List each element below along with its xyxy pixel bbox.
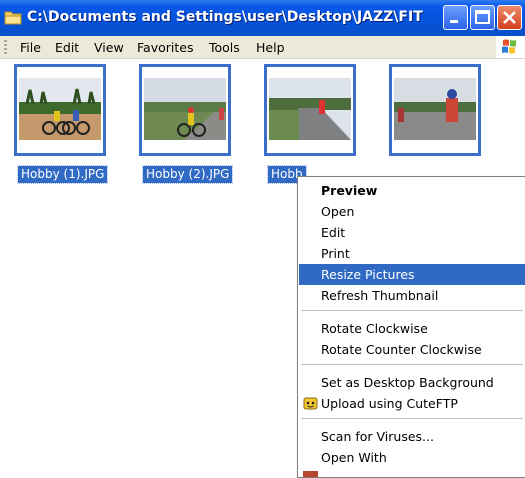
- menu-item-resize-pictures[interactable]: Resize Pictures: [299, 264, 525, 285]
- photo-thumbnail: [144, 78, 226, 140]
- cuteftp-icon: [303, 397, 318, 410]
- menu-item-scan-for-viruses[interactable]: Scan for Viruses...: [299, 426, 525, 447]
- menu-favorites[interactable]: Favorites: [137, 40, 193, 55]
- menu-item-open-with[interactable]: Open With: [299, 447, 525, 468]
- menu-item-set-desktop-background[interactable]: Set as Desktop Background: [299, 372, 525, 393]
- menu-item-preview[interactable]: Preview: [299, 180, 525, 201]
- minimize-icon: [450, 20, 458, 23]
- menu-item-print[interactable]: Print: [299, 243, 525, 264]
- thumbnail-1[interactable]: [14, 64, 106, 156]
- thumbnail-4[interactable]: [389, 64, 481, 156]
- menu-help[interactable]: Help: [256, 40, 285, 55]
- menu-item-edit[interactable]: Edit: [299, 222, 525, 243]
- menu-item-refresh-thumbnail[interactable]: Refresh Thumbnail: [299, 285, 525, 306]
- partial-menu-icon: [303, 471, 318, 477]
- menu-edit[interactable]: Edit: [55, 40, 79, 55]
- menu-file[interactable]: File: [20, 40, 41, 55]
- menu-item-upload-cuteftp[interactable]: Upload using CuteFTP: [299, 393, 525, 414]
- menu-bar: File Edit View Favorites Tools Help: [0, 36, 525, 59]
- thumbnail-label-2[interactable]: Hobby (2).JPG: [141, 165, 234, 184]
- close-button[interactable]: [497, 5, 522, 30]
- menu-tools[interactable]: Tools: [209, 40, 240, 55]
- toolbar-grip[interactable]: [4, 40, 7, 55]
- menu-separator: [301, 310, 523, 311]
- menu-view[interactable]: View: [94, 40, 124, 55]
- title-bar[interactable]: C:\Documents and Settings\user\Desktop\J…: [0, 0, 525, 36]
- menu-item-open[interactable]: Open: [299, 201, 525, 222]
- menu-item-label: Upload using CuteFTP: [321, 396, 458, 411]
- photo-thumbnail: [269, 78, 351, 140]
- folder-icon: [4, 11, 22, 25]
- menu-separator: [301, 418, 523, 419]
- close-icon: [503, 11, 516, 24]
- minimize-button[interactable]: [443, 5, 468, 30]
- windows-logo-icon: [496, 36, 525, 58]
- photo-thumbnail: [394, 78, 476, 140]
- thumbnail-2[interactable]: [139, 64, 231, 156]
- menu-item-rotate-clockwise[interactable]: Rotate Clockwise: [299, 318, 525, 339]
- thumbnail-3[interactable]: [264, 64, 356, 156]
- maximize-button[interactable]: [470, 5, 495, 30]
- window-title: C:\Documents and Settings\user\Desktop\J…: [27, 9, 423, 25]
- thumbnail-label-1[interactable]: Hobby (1).JPG: [16, 165, 109, 184]
- menu-separator: [301, 364, 523, 365]
- photo-thumbnail: [19, 78, 101, 140]
- context-menu: Preview Open Edit Print Resize Pictures …: [297, 176, 525, 478]
- file-view[interactable]: Hobby (1).JPG Hobby (2).JPG Hobb Preview…: [0, 59, 525, 478]
- maximize-icon: [475, 10, 490, 24]
- menu-item-rotate-counter-clockwise[interactable]: Rotate Counter Clockwise: [299, 339, 525, 360]
